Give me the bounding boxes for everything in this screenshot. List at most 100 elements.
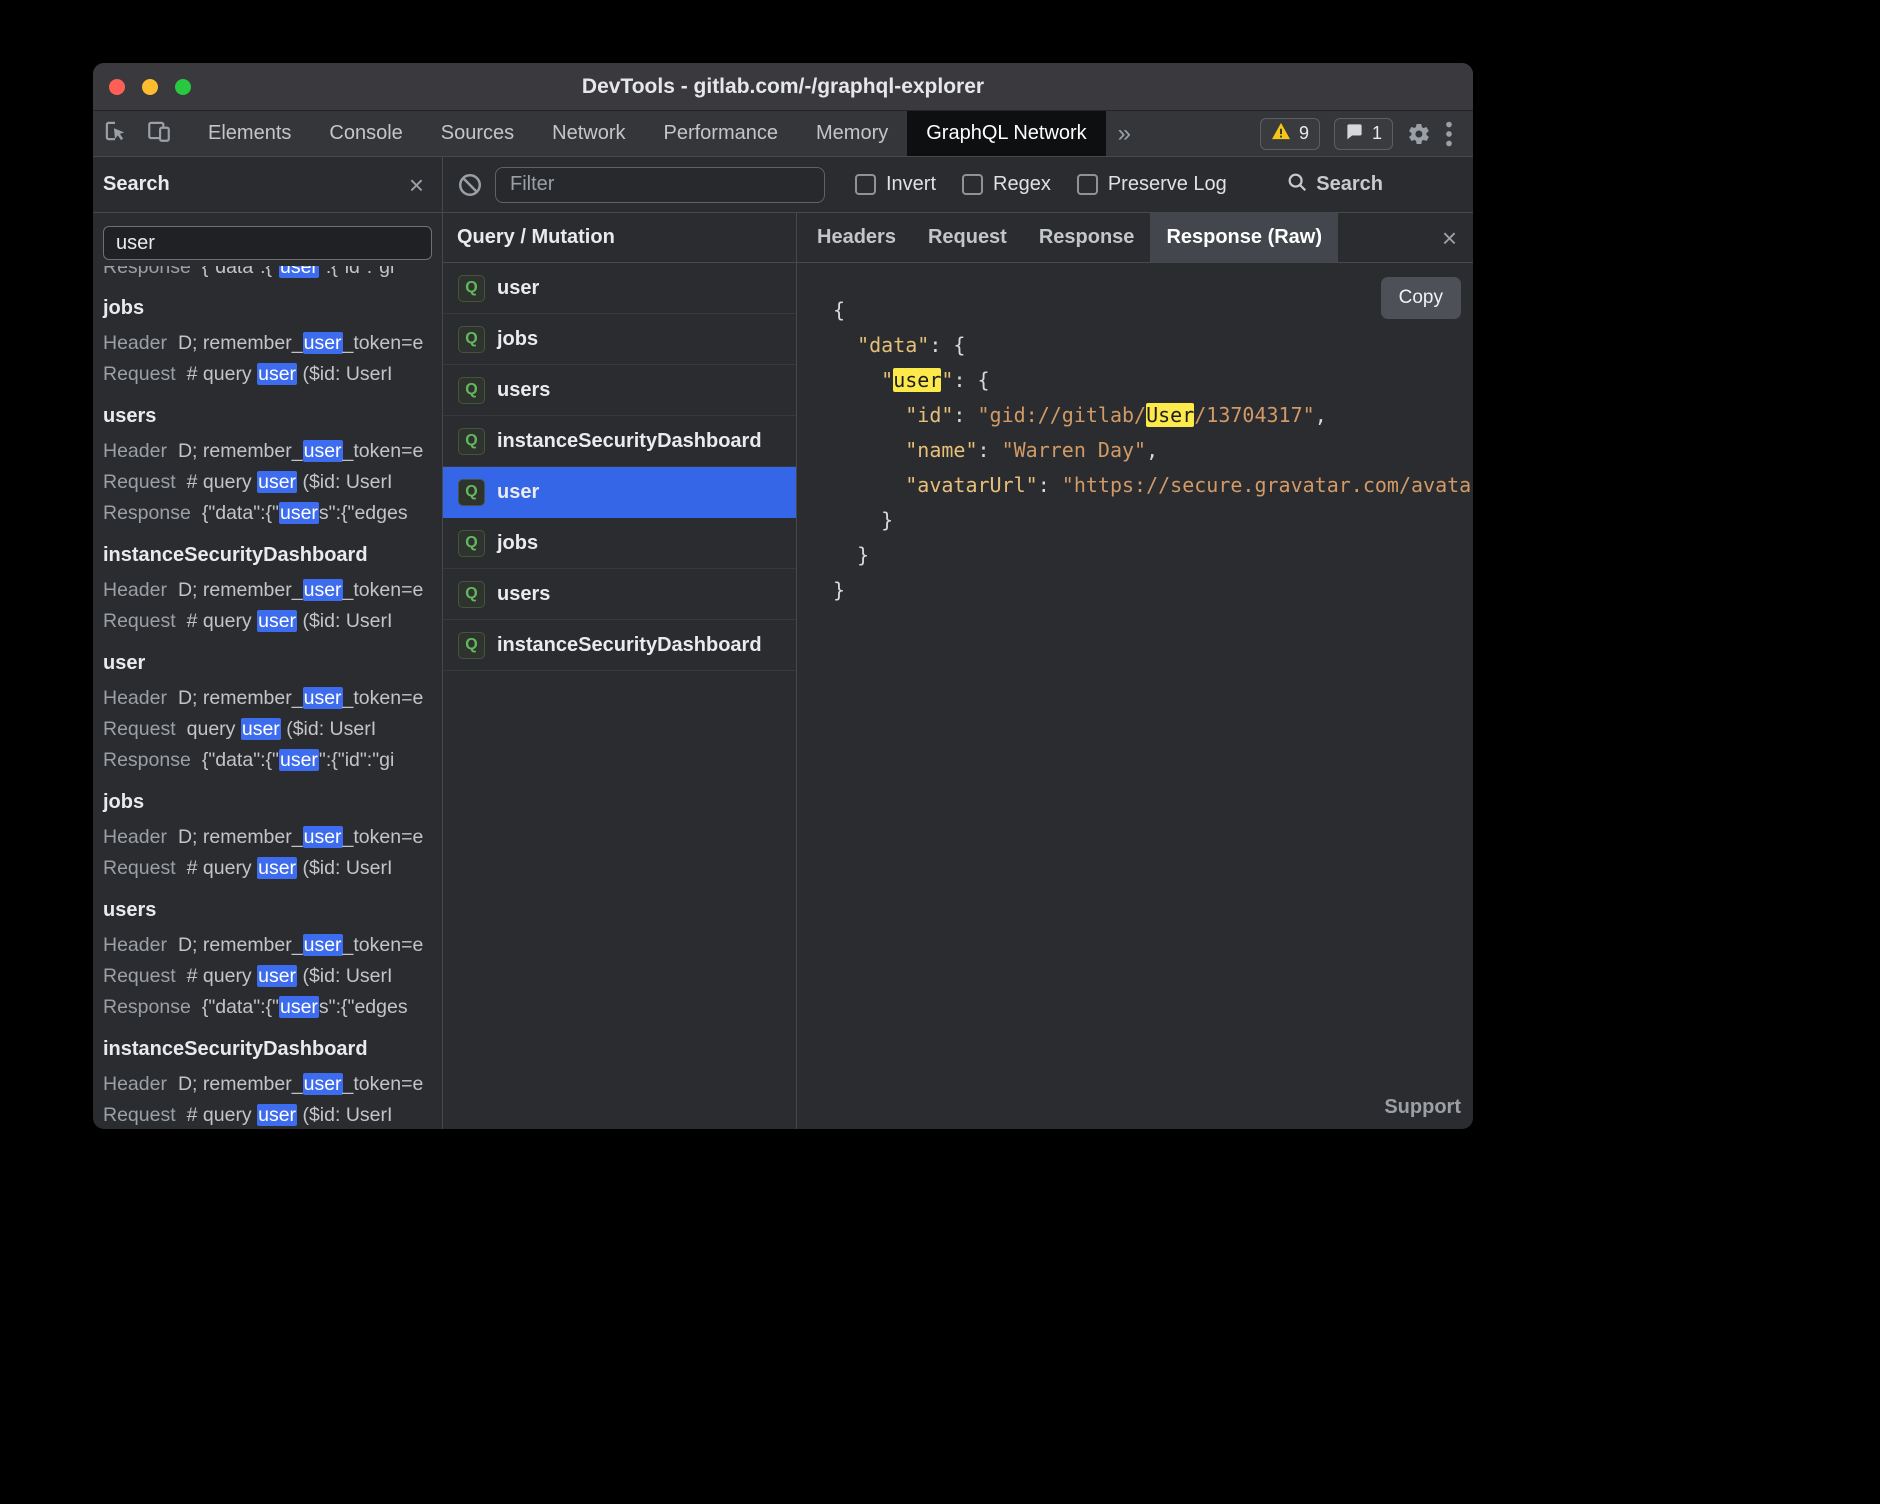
clear-requests-icon[interactable]	[457, 172, 483, 198]
device-toolbar-button[interactable]	[137, 111, 181, 156]
query-list-item[interactable]: Qusers	[443, 569, 796, 620]
title-bar: DevTools - gitlab.com/-/graphql-explorer	[93, 63, 1473, 111]
query-list-item[interactable]: QinstanceSecurityDashboard	[443, 416, 796, 467]
search-result-row[interactable]: HeaderD; remember_user_token=e	[103, 683, 442, 714]
search-result-row[interactable]: HeaderD; remember_user_token=e	[103, 328, 442, 359]
kebab-menu-icon[interactable]	[1445, 121, 1453, 147]
devtools-tab-memory[interactable]: Memory	[797, 111, 907, 156]
code-token: "Warren Day"	[1002, 438, 1147, 462]
search-result-group-title[interactable]: users	[103, 402, 442, 430]
devtools-tab-elements[interactable]: Elements	[189, 111, 310, 156]
close-search-panel-icon[interactable]: ×	[409, 172, 424, 198]
search-result-row[interactable]: Request# query user ($id: UserI	[103, 961, 442, 992]
warnings-badge[interactable]: 9	[1260, 118, 1320, 150]
search-result-row[interactable]: HeaderD; remember_user_token=e	[103, 575, 442, 606]
search-result-row[interactable]: Request# query user ($id: UserI	[103, 359, 442, 390]
filter-input[interactable]	[495, 167, 825, 203]
devtools-tab-graphql-network[interactable]: GraphQL Network	[907, 111, 1105, 156]
query-list-item[interactable]: Qjobs	[443, 518, 796, 569]
query-list-item[interactable]: Quser	[443, 467, 796, 518]
result-text: # query	[187, 471, 257, 493]
search-result-row[interactable]: Response{"data":{"users":{"edges	[103, 992, 442, 1023]
details-tab-request[interactable]: Request	[912, 213, 1023, 262]
query-list-item[interactable]: QinstanceSecurityDashboard	[443, 620, 796, 671]
search-result-group-title[interactable]: jobs	[103, 788, 442, 816]
zoom-window-button[interactable]	[175, 79, 191, 95]
code-token: }	[833, 578, 845, 602]
search-result-row[interactable]: HeaderD; remember_user_token=e	[103, 822, 442, 853]
search-result-row[interactable]: HeaderD; remember_user_token=e	[103, 930, 442, 961]
query-list-item[interactable]: Qusers	[443, 365, 796, 416]
copy-button[interactable]: Copy	[1381, 277, 1461, 319]
result-label: Request	[103, 471, 176, 493]
messages-badge[interactable]: 1	[1334, 118, 1393, 150]
code-token	[833, 403, 905, 427]
query-list-item[interactable]: Quser	[443, 263, 796, 314]
checkbox-icon[interactable]	[855, 174, 876, 195]
settings-gear-icon[interactable]	[1407, 122, 1431, 146]
search-input-wrap	[93, 213, 442, 264]
search-result-group-title[interactable]: users	[103, 896, 442, 924]
search-match-highlight: user	[279, 502, 319, 524]
query-label: instanceSecurityDashboard	[497, 430, 762, 453]
checkbox-icon[interactable]	[962, 174, 983, 195]
query-list-item[interactable]: Qjobs	[443, 314, 796, 365]
filter-option-invert[interactable]: Invert	[855, 173, 936, 196]
query-badge-icon: Q	[458, 530, 485, 557]
search-result-row[interactable]: HeaderD; remember_user_token=e	[103, 436, 442, 467]
result-text: D; remember_	[178, 332, 303, 354]
code-line: "id": "gid://gitlab/User/13704317",	[833, 398, 1473, 433]
devtools-tab-console[interactable]: Console	[310, 111, 421, 156]
search-result-row[interactable]: Request# query user ($id: UserI	[103, 1100, 442, 1129]
query-badge-icon: Q	[458, 377, 485, 404]
checkbox-icon[interactable]	[1077, 174, 1098, 195]
code-line: }	[833, 573, 1473, 608]
minimize-window-button[interactable]	[142, 79, 158, 95]
more-tabs-button[interactable]: »	[1106, 111, 1143, 156]
search-result-group-title[interactable]: jobs	[103, 294, 442, 322]
filter-option-regex[interactable]: Regex	[962, 173, 1051, 196]
query-label: instanceSecurityDashboard	[497, 634, 762, 657]
network-search-control[interactable]: Search	[1286, 171, 1383, 199]
search-result-row[interactable]: Response{"data":{"user":{"id":"gi	[103, 745, 442, 776]
details-tab-response[interactable]: Response	[1023, 213, 1151, 262]
inspect-element-button[interactable]	[93, 111, 137, 156]
devtools-window: DevTools - gitlab.com/-/graphql-explorer…	[93, 63, 1473, 1129]
result-text: # query	[187, 857, 257, 879]
query-label: jobs	[497, 328, 538, 351]
result-label: Request	[103, 965, 176, 987]
search-result-row[interactable]: Response{"data":{"users":{"edges	[103, 498, 442, 529]
search-result-row-clipped[interactable]: Response{"data":{"user":{"id":"gi	[103, 266, 442, 282]
search-result-group: jobs HeaderD; remember_user_token=eReques…	[103, 788, 442, 884]
code-token: "avatarUrl"	[905, 473, 1037, 497]
devtools-tab-network[interactable]: Network	[533, 111, 644, 156]
search-input[interactable]	[103, 226, 432, 260]
search-result-row[interactable]: Requestquery user ($id: UserI	[103, 714, 442, 745]
code-token: "https://secure.gravatar.com/avatar	[1062, 473, 1473, 497]
query-badge-icon: Q	[458, 479, 485, 506]
details-tab-headers[interactable]: Headers	[801, 213, 912, 262]
search-result-group-title[interactable]: user	[103, 649, 442, 677]
search-result-row[interactable]: Request# query user ($id: UserI	[103, 606, 442, 637]
filter-option-preserve-log[interactable]: Preserve Log	[1077, 173, 1227, 196]
details-panel: HeadersRequestResponseResponse (Raw) × {…	[797, 213, 1473, 1129]
details-tab-response-raw[interactable]: Response (Raw)	[1150, 213, 1338, 262]
close-window-button[interactable]	[109, 79, 125, 95]
code-token: "data"	[857, 333, 929, 357]
filter-bar: Invert Regex Preserve Log Search	[443, 157, 1473, 213]
search-result-group-title[interactable]: instanceSecurityDashboard	[103, 541, 442, 569]
search-result-group-title[interactable]: instanceSecurityDashboard	[103, 1035, 442, 1063]
search-result-row[interactable]: HeaderD; remember_user_token=e	[103, 1069, 442, 1100]
result-label: Header	[103, 440, 167, 462]
close-details-icon[interactable]: ×	[1442, 225, 1457, 251]
result-text: ($id: UserI	[297, 610, 392, 632]
search-result-row[interactable]: Request# query user ($id: UserI	[103, 467, 442, 498]
search-match-highlight: user	[303, 826, 343, 848]
window-controls	[109, 63, 191, 110]
code-token: "gid://gitlab/	[978, 403, 1147, 427]
search-result-row[interactable]: Request# query user ($id: UserI	[103, 853, 442, 884]
devtools-tab-performance[interactable]: Performance	[645, 111, 798, 156]
result-text: _token=e	[343, 687, 424, 709]
devtools-tab-sources[interactable]: Sources	[422, 111, 533, 156]
support-link[interactable]: Support	[1384, 1096, 1461, 1119]
